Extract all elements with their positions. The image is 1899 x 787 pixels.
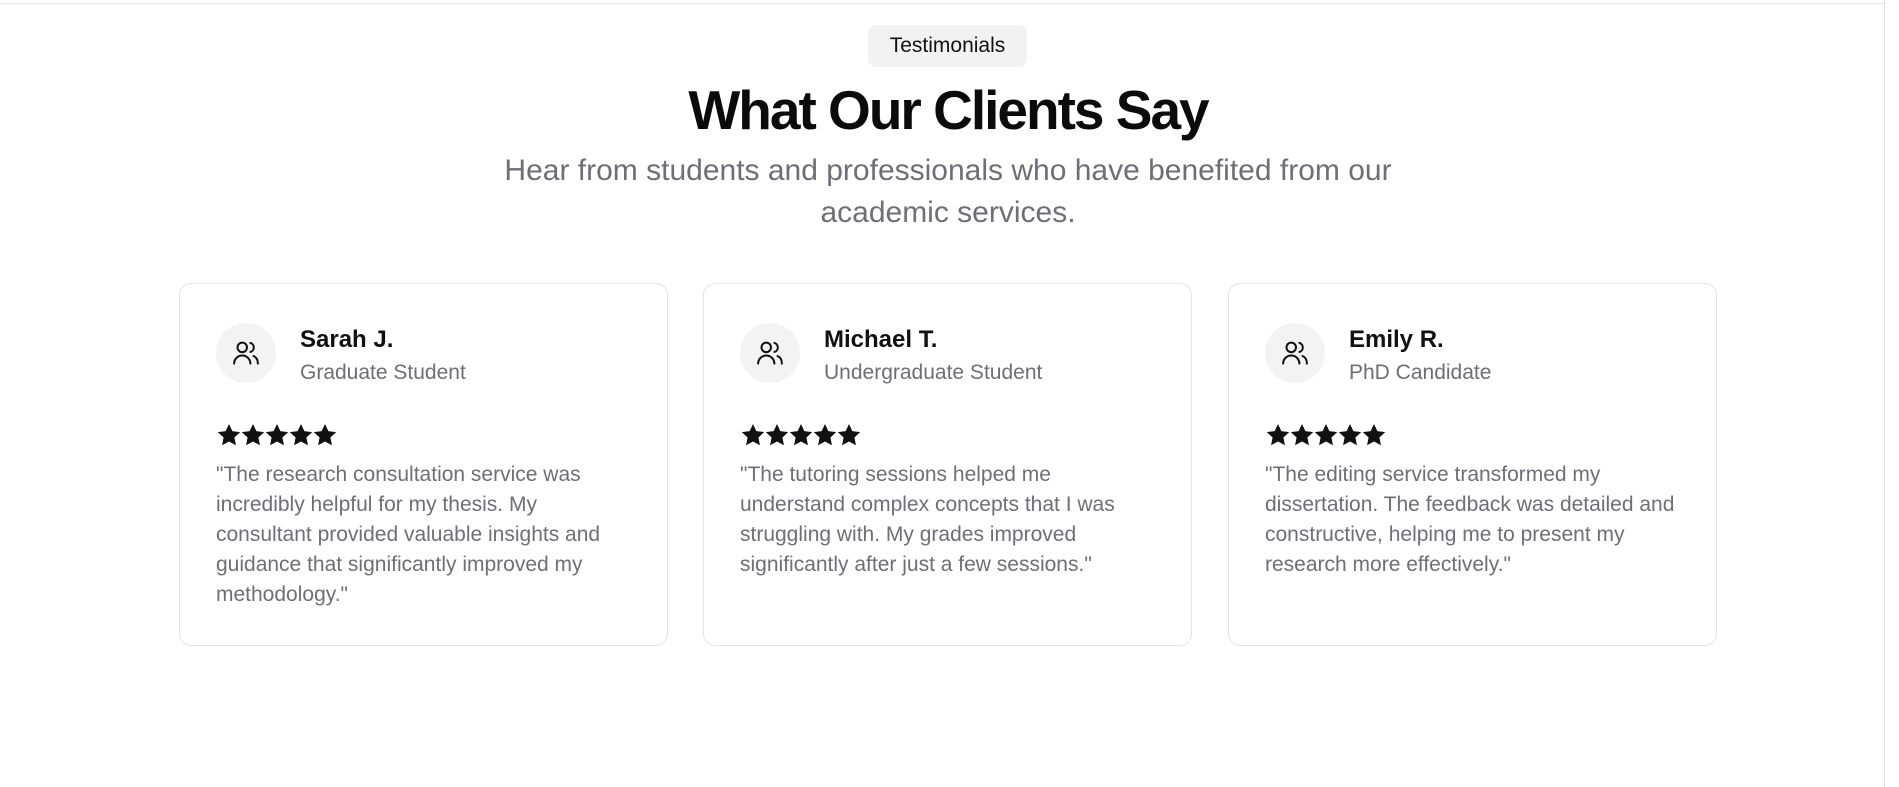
testimonial-quote: "The research consultation service was i… <box>216 463 601 606</box>
star-rating <box>1265 422 1386 450</box>
star-icon <box>812 422 837 446</box>
star-rating <box>740 422 861 450</box>
star-icon <box>836 422 861 446</box>
testimonial-card: Michael T. Undergraduate Student "The tu… <box>703 283 1192 646</box>
star-icon <box>312 422 337 446</box>
star-icon <box>1289 422 1314 446</box>
section-subtitle: Hear from students and professionals who… <box>504 154 1392 229</box>
star-icon <box>788 422 813 446</box>
testimonial-quote: "The tutoring sessions helped me underst… <box>740 463 1115 576</box>
users-icon <box>1265 323 1325 383</box>
top-divider <box>0 0 1884 4</box>
scrollbar-track[interactable] <box>1884 0 1899 787</box>
star-icon <box>288 422 313 446</box>
client-name: Michael T. <box>824 326 938 353</box>
star-rating <box>216 422 337 450</box>
users-icon <box>740 323 800 383</box>
page: Testimonials What Our Clients Say Hear f… <box>0 0 1899 787</box>
client-role: PhD Candidate <box>1349 361 1492 384</box>
star-icon <box>216 422 241 446</box>
client-name: Emily R. <box>1349 326 1444 353</box>
testimonial-card: Sarah J. Graduate Student "The research … <box>179 283 668 646</box>
star-icon <box>1265 422 1290 446</box>
section-heading: What Our Clients Say <box>688 79 1209 141</box>
testimonial-cards: Sarah J. Graduate Student "The research … <box>179 283 1717 646</box>
section-badge: Testimonials <box>868 25 1027 67</box>
star-icon <box>1337 422 1362 446</box>
users-icon <box>216 323 276 383</box>
client-role: Graduate Student <box>300 361 466 384</box>
star-icon <box>1313 422 1338 446</box>
star-icon <box>1361 422 1386 446</box>
client-role: Undergraduate Student <box>824 361 1043 384</box>
star-icon <box>740 422 765 446</box>
star-icon <box>240 422 265 446</box>
star-icon <box>764 422 789 446</box>
star-icon <box>264 422 289 446</box>
testimonial-quote: "The editing service transformed my diss… <box>1265 463 1675 576</box>
testimonial-card: Emily R. PhD Candidate "The editing serv… <box>1228 283 1717 646</box>
client-name: Sarah J. <box>300 326 394 353</box>
